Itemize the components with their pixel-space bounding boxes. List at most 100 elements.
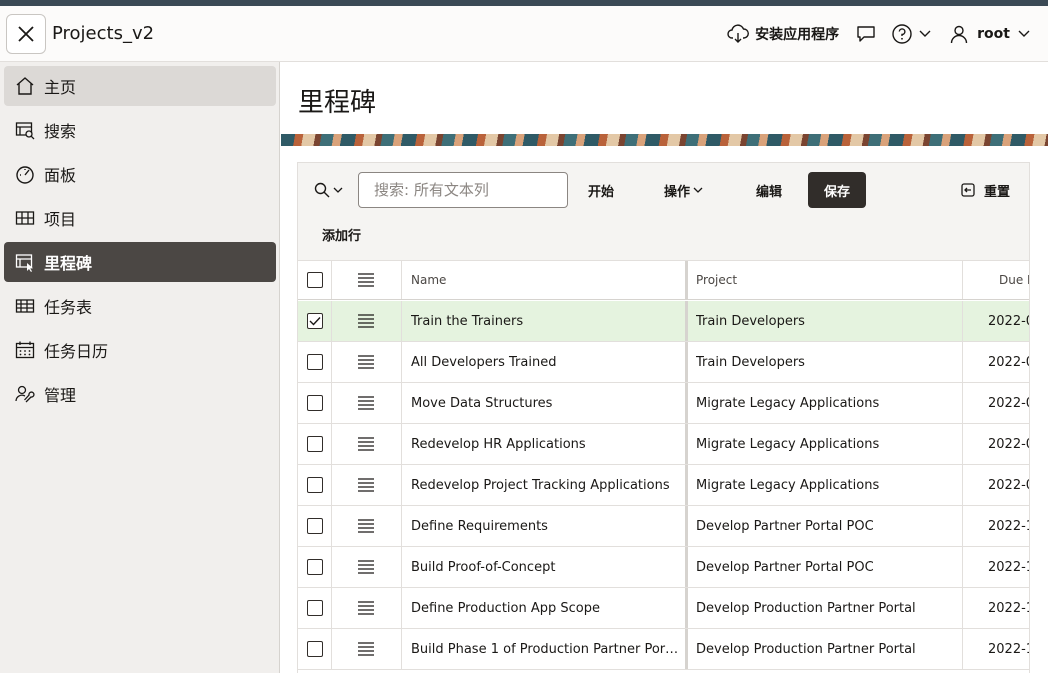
cell-due-date[interactable]: 2022-1 xyxy=(988,547,1029,587)
sidebar-item-home[interactable]: 主页 xyxy=(4,66,276,106)
decorative-banner xyxy=(281,134,1048,146)
cell-project[interactable]: Train Developers xyxy=(696,342,956,382)
cell-due-date[interactable]: 2022-0 xyxy=(988,342,1029,382)
go-button[interactable]: 开始 xyxy=(588,172,614,208)
cell-project[interactable]: Develop Production Partner Portal xyxy=(696,588,956,628)
hamburger-menu-icon xyxy=(358,437,374,451)
cell-due-date[interactable]: 2022-1 xyxy=(988,588,1029,628)
cell-due-date[interactable]: 2022-0 xyxy=(988,424,1029,464)
sidebar-nav: 主页 搜索 面板 项目 里程碑 任务表 任务日历 管理 xyxy=(0,62,280,673)
sidebar-item-dashboard[interactable]: 面板 xyxy=(4,154,276,194)
column-header-due-date[interactable]: Due D xyxy=(999,261,1029,299)
add-row-button[interactable]: 添加行 xyxy=(322,225,361,244)
row-actions-button[interactable] xyxy=(358,383,378,423)
app-title: Projects_v2 xyxy=(52,23,155,44)
close-button[interactable] xyxy=(6,14,46,54)
cell-project[interactable]: Develop Partner Portal POC xyxy=(696,506,956,546)
sidebar-item-search[interactable]: 搜索 xyxy=(4,110,276,150)
table-row[interactable]: Define Production App Scope Develop Produ… xyxy=(298,588,1029,629)
edit-button[interactable]: 编辑 xyxy=(756,172,782,208)
row-checkbox[interactable] xyxy=(307,477,323,493)
table-row[interactable]: Build Proof-of-Concept Develop Partner Po… xyxy=(298,547,1029,588)
reset-button[interactable]: 重置 xyxy=(960,172,1010,208)
cell-project[interactable]: Train Developers xyxy=(696,301,956,341)
row-actions-header[interactable] xyxy=(358,261,378,299)
cell-name[interactable]: Build Phase 1 of Production Partner Por… xyxy=(411,629,681,669)
sidebar-item-projects[interactable]: 项目 xyxy=(4,198,276,238)
sidebar-item-tasks[interactable]: 任务表 xyxy=(4,286,276,326)
row-checkbox[interactable] xyxy=(307,518,323,534)
row-checkbox[interactable] xyxy=(307,641,323,657)
row-checkbox[interactable] xyxy=(307,354,323,370)
row-checkbox[interactable] xyxy=(307,436,323,452)
sidebar-item-task-calendar[interactable]: 任务日历 xyxy=(4,330,276,370)
table-row[interactable]: Build Phase 1 of Production Partner Por…… xyxy=(298,629,1029,670)
page-title: 里程碑 xyxy=(298,88,377,118)
grid-header-row: Name Project Due D xyxy=(298,260,1029,300)
row-actions-button[interactable] xyxy=(358,629,378,669)
hamburger-menu-icon xyxy=(358,601,374,615)
table-row[interactable]: Define Requirements Develop Partner Porta… xyxy=(298,506,1029,547)
gauge-icon xyxy=(14,163,36,185)
row-checkbox[interactable] xyxy=(307,395,323,411)
user-menu-button[interactable]: root xyxy=(949,24,1030,44)
actions-menu-button[interactable]: 操作 xyxy=(664,172,703,208)
row-checkbox[interactable] xyxy=(307,600,323,616)
row-actions-button[interactable] xyxy=(358,547,378,587)
cell-name[interactable]: Redevelop Project Tracking Applications xyxy=(411,465,681,505)
search-input[interactable] xyxy=(358,172,568,208)
table-row[interactable]: Move Data Structures Migrate Legacy Appli… xyxy=(298,383,1029,424)
cell-due-date[interactable]: 2022-0 xyxy=(988,383,1029,423)
select-all-checkbox[interactable] xyxy=(307,272,323,288)
spreadsheet-icon xyxy=(14,295,36,317)
cell-due-date[interactable]: 2022-0 xyxy=(988,301,1029,341)
table-row[interactable]: Redevelop Project Tracking Applications M… xyxy=(298,465,1029,506)
cell-name[interactable]: Redevelop HR Applications xyxy=(411,424,681,464)
cell-name[interactable]: Define Production App Scope xyxy=(411,588,681,628)
row-actions-button[interactable] xyxy=(358,506,378,546)
table-row[interactable]: All Developers Trained Train Developers 20… xyxy=(298,342,1029,383)
sidebar-item-admin[interactable]: 管理 xyxy=(4,374,276,414)
column-header-name[interactable]: Name xyxy=(411,261,681,299)
row-checkbox[interactable] xyxy=(307,313,323,329)
row-checkbox[interactable] xyxy=(307,559,323,575)
row-select-cell xyxy=(307,465,323,505)
search-report-icon xyxy=(14,119,36,141)
select-all-cell xyxy=(307,261,323,299)
sidebar-item-label: 项目 xyxy=(44,210,77,229)
table-row[interactable]: Train the Trainers Train Developers 2022-0 xyxy=(298,301,1029,342)
sidebar-item-label: 任务日历 xyxy=(44,342,109,361)
cell-project[interactable]: Develop Partner Portal POC xyxy=(696,547,956,587)
cell-project[interactable]: Migrate Legacy Applications xyxy=(696,465,956,505)
row-actions-button[interactable] xyxy=(358,424,378,464)
row-actions-button[interactable] xyxy=(358,342,378,382)
sidebar-item-milestones[interactable]: 里程碑 xyxy=(4,242,276,282)
row-actions-button[interactable] xyxy=(358,588,378,628)
cell-name[interactable]: Move Data Structures xyxy=(411,383,681,423)
reset-label: 重置 xyxy=(984,184,1011,200)
hamburger-menu-icon xyxy=(358,519,374,533)
row-actions-button[interactable] xyxy=(358,301,378,341)
cell-name[interactable]: Define Requirements xyxy=(411,506,681,546)
cell-project[interactable]: Migrate Legacy Applications xyxy=(696,383,956,423)
table-row[interactable]: Redevelop HR Applications Migrate Legacy … xyxy=(298,424,1029,465)
cell-due-date[interactable]: 2022-1 xyxy=(988,629,1029,669)
cell-name[interactable]: Build Proof-of-Concept xyxy=(411,547,681,587)
cell-name[interactable]: All Developers Trained xyxy=(411,342,681,382)
cell-due-date[interactable]: 2022-0 xyxy=(988,465,1029,505)
user-wrench-icon xyxy=(14,383,36,405)
help-menu-button[interactable] xyxy=(891,23,931,45)
row-actions-button[interactable] xyxy=(358,465,378,505)
cell-due-date[interactable]: 2022-1 xyxy=(988,506,1029,546)
search-column-menu[interactable] xyxy=(314,179,343,201)
cell-name[interactable]: Train the Trainers xyxy=(411,301,681,341)
chat-bubble-icon xyxy=(857,26,875,42)
save-button[interactable]: 保存 xyxy=(808,172,867,208)
column-header-project[interactable]: Project xyxy=(696,261,956,299)
user-icon xyxy=(950,25,968,44)
install-app-button[interactable]: 安装应用程序 xyxy=(727,24,839,44)
report-cursor-icon xyxy=(14,251,36,273)
cell-project[interactable]: Develop Production Partner Portal xyxy=(696,629,956,669)
cell-project[interactable]: Migrate Legacy Applications xyxy=(696,424,956,464)
feedback-button[interactable] xyxy=(855,24,877,44)
